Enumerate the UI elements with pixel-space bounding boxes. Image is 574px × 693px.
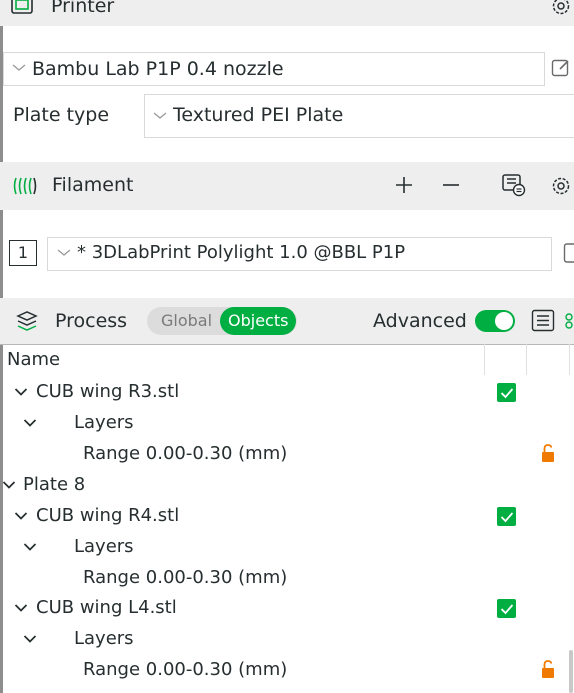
filament-icon [13,176,39,196]
tree-row-object[interactable]: CUB wing R3.stl [36,383,179,401]
chevron-down-icon [12,63,26,73]
tab-global[interactable]: Global [161,313,212,329]
list-icon[interactable] [531,309,557,333]
tree-row-plate[interactable]: Plate 8 [23,476,85,494]
settings-icon[interactable] [550,0,572,17]
chevron-down-icon[interactable] [23,418,37,428]
tree-row-layers[interactable]: Layers [74,414,134,432]
add-icon[interactable] [394,175,414,195]
lock-icon[interactable] [541,659,555,679]
tree-top-border [0,344,574,345]
checkbox-checked-icon[interactable] [497,383,516,402]
column-divider [569,344,570,375]
filament-slot-number: 1 [9,240,37,266]
lock-icon[interactable] [541,443,555,463]
chevron-down-icon [57,248,71,258]
tree-row-range[interactable]: Range 0.00-0.30 (mm) [83,445,287,463]
edit-icon[interactable] [551,58,571,78]
plate-type-value: Textured PEI Plate [173,104,344,126]
tree-row-object[interactable]: CUB wing L4.stl [36,599,177,617]
window-edge [0,0,3,693]
column-divider [526,344,527,375]
printer-model: Bambu Lab P1P 0.4 nozzle [32,58,284,80]
chevron-down-icon[interactable] [14,387,28,397]
chevron-down-icon[interactable] [14,511,28,521]
filament-sync-icon[interactable] [501,173,527,197]
tree-row-layers[interactable]: Layers [74,538,134,556]
tree-scrollbar[interactable] [569,650,573,693]
process-title: Process [55,310,128,332]
advanced-switch[interactable] [475,310,515,332]
filament-item: * 3DLabPrint Polylight 1.0 @BBL P1P [77,242,406,263]
tree-row-layers[interactable]: Layers [74,630,134,648]
settings-icon[interactable] [563,309,574,333]
printer-icon [10,0,34,16]
tree-header-name: Name [7,349,61,370]
plate-type-label: Plate type [13,104,110,126]
advanced-label: Advanced [373,310,467,332]
remove-icon[interactable] [441,175,461,195]
filament-slot-number-text: 1 [17,243,29,262]
chevron-down-icon [153,111,167,121]
column-divider [484,344,485,375]
filament-title: Filament [52,174,134,196]
tab-objects-label: Objects [228,311,289,330]
chevron-down-icon[interactable] [23,634,37,644]
chevron-down-icon[interactable] [23,542,37,552]
checkbox-checked-icon[interactable] [497,507,516,526]
checkbox-checked-icon[interactable] [497,599,516,618]
printer-title: Printer [51,0,115,17]
tree-row-range[interactable]: Range 0.00-0.30 (mm) [83,661,287,679]
edit-icon[interactable] [563,242,574,264]
settings-icon[interactable] [550,175,572,197]
tree-row-object[interactable]: CUB wing R4.stl [36,507,179,525]
chevron-down-icon[interactable] [2,480,16,490]
process-icon [15,310,39,332]
tree-row-range[interactable]: Range 0.00-0.30 (mm) [83,569,287,587]
chevron-down-icon[interactable] [14,603,28,613]
